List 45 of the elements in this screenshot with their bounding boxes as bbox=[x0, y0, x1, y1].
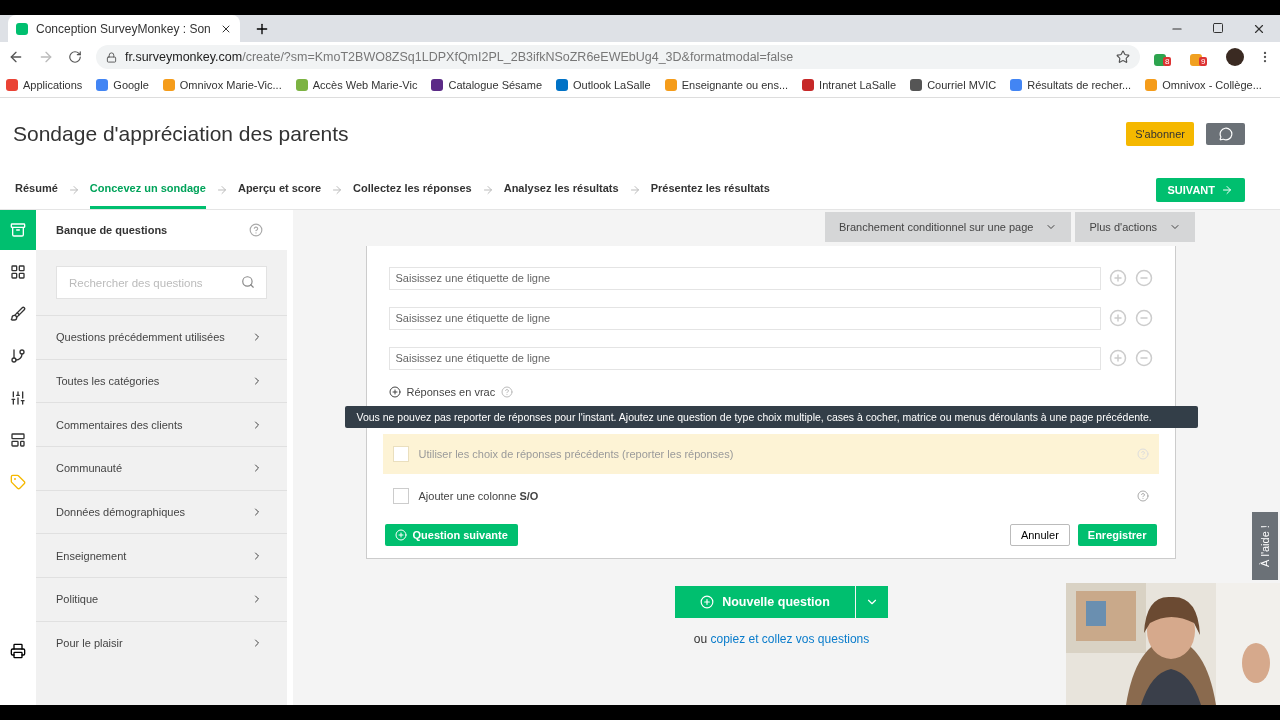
copy-paste-link[interactable]: copiez et collez vos questions bbox=[710, 632, 870, 646]
category-item[interactable]: Commentaires des clients bbox=[36, 402, 287, 447]
subscribe-button[interactable]: S'abonner bbox=[1126, 122, 1194, 146]
tab-title: Conception SurveyMonkey : Son bbox=[36, 21, 212, 36]
category-item[interactable]: Enseignement bbox=[36, 533, 287, 578]
step-tab[interactable]: Analysez les résultats bbox=[503, 170, 619, 209]
survey-title: Sondage d'appréciation des parents bbox=[13, 122, 350, 146]
category-item[interactable]: Pour le plaisir bbox=[36, 620, 287, 665]
category-item[interactable]: Politique bbox=[36, 577, 287, 621]
bookmark-link[interactable]: Omnivox Marie-Vic... bbox=[162, 78, 282, 91]
option-label: Utiliser les choix de réponses précédents (reporter les réponses) bbox=[418, 448, 735, 460]
bookmark-link[interactable]: Outlook LaSalle bbox=[556, 78, 651, 91]
bookmark-link[interactable]: Accès Web Marie-Vic bbox=[295, 78, 418, 91]
step-tab[interactable]: Aperçu et score bbox=[237, 170, 322, 209]
panel-title: Banque de questions bbox=[56, 224, 168, 236]
bookmark-link[interactable]: Omnivox - Collège... bbox=[1145, 78, 1262, 91]
row-label-field[interactable]: Saisissez une étiquette de ligne bbox=[388, 306, 1101, 330]
search-field[interactable]: Rechercher des questions bbox=[56, 266, 267, 299]
bookmark-link[interactable]: Courriel MVIC bbox=[910, 78, 997, 91]
category-item[interactable]: Données démographiques bbox=[36, 489, 287, 534]
dropdown-button[interactable]: Branchement conditionnel sur une page bbox=[825, 212, 1072, 242]
bookmark-link[interactable]: Google bbox=[96, 78, 149, 91]
step-tab[interactable]: Présentez les résultats bbox=[650, 170, 770, 209]
row-label-field[interactable]: Saisissez une étiquette de ligne bbox=[388, 346, 1101, 370]
url-text: fr.surveymonkey.com/create/?sm=KmoT2BWO8ZSq1LDPXfQmI2PL_2B3ifkNSoZR6eEWEbUg4_3D&formatmodal=false bbox=[125, 50, 794, 64]
address-bar[interactable]: fr.surveymonkey.com/create/?sm=KmoT2BWO8ZSq1LDPXfQmI2PL_2B3ifkNSoZR6eEWEbUg4_3D&formatmodal=false bbox=[96, 45, 1140, 69]
category-item[interactable]: Questions précédemment utilisées bbox=[36, 315, 287, 359]
help-tab[interactable]: À l'aide ! bbox=[1252, 512, 1278, 580]
cancel-button[interactable]: Annuler bbox=[1009, 524, 1070, 546]
step-tab[interactable]: Collectez les réponses bbox=[353, 170, 472, 209]
bookmark-link[interactable]: Catalogue Sésame bbox=[431, 78, 542, 91]
bookmark-link[interactable]: Enseignante ou ens... bbox=[664, 78, 789, 91]
step-tab[interactable]: Résumé bbox=[15, 170, 58, 209]
category-item[interactable]: Toutes les catégories bbox=[36, 358, 287, 403]
browser-tab[interactable]: Conception SurveyMonkey : Son bbox=[8, 15, 240, 42]
bookmark-link[interactable]: Intranet LaSalle bbox=[802, 78, 897, 91]
row-label-field[interactable]: Saisissez une étiquette de ligne bbox=[388, 266, 1101, 290]
bookmark-link[interactable]: Résultats de recher... bbox=[1010, 78, 1132, 91]
option-label: Ajouter une colonne S/O bbox=[418, 490, 540, 502]
bookmark-link[interactable]: Applications bbox=[6, 78, 83, 91]
bulk-answers-link[interactable]: Réponses en vrac bbox=[384, 378, 518, 404]
tooltip: Vous ne pouvez pas reporter de réponses pour l'instant. Ajoutez une question de type choix multiple, cases à cocher, matrice ou menus déroulants à une page précédente. bbox=[344, 406, 1198, 428]
copy-paste-text: ou copiez et collez vos questions bbox=[693, 632, 870, 646]
dropdown-button[interactable]: Plus d'actions bbox=[1075, 212, 1195, 242]
category-item[interactable]: Communauté bbox=[36, 446, 287, 490]
